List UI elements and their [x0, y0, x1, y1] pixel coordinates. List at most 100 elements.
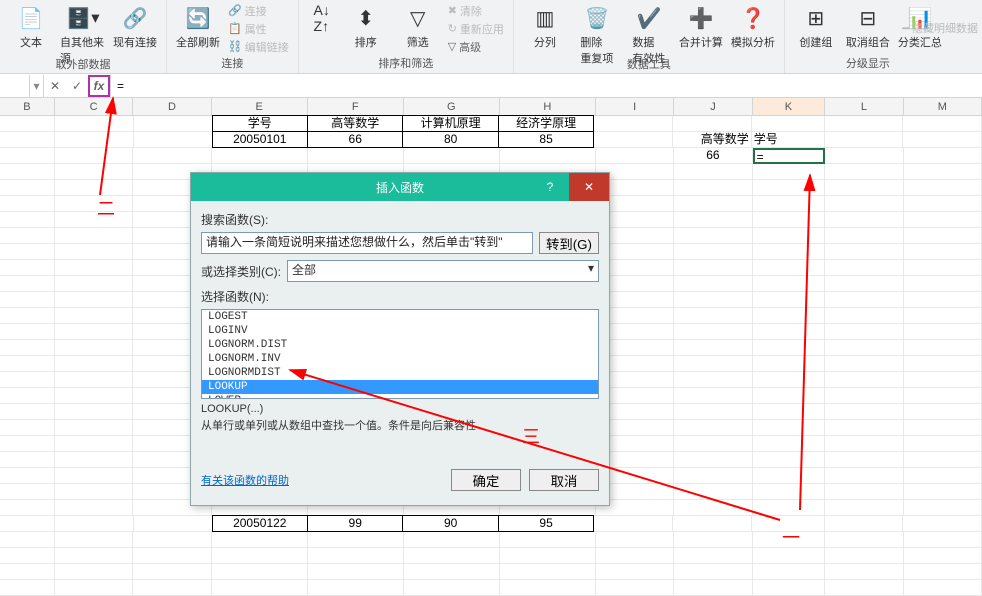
- cell[interactable]: [825, 340, 903, 356]
- cell[interactable]: [0, 308, 55, 324]
- name-box[interactable]: [0, 75, 30, 97]
- cell[interactable]: [212, 580, 308, 596]
- cell[interactable]: [0, 324, 55, 340]
- cell[interactable]: [904, 324, 982, 340]
- cell[interactable]: [0, 356, 55, 372]
- cell[interactable]: [825, 548, 903, 564]
- cell[interactable]: [0, 564, 55, 580]
- cell[interactable]: [55, 308, 133, 324]
- cell[interactable]: 经济学原理: [498, 115, 594, 132]
- cell[interactable]: [0, 500, 55, 516]
- cell[interactable]: 高等数学: [673, 132, 752, 148]
- cell[interactable]: 66: [307, 131, 403, 148]
- cell[interactable]: [904, 500, 982, 516]
- column-header-K[interactable]: K: [753, 98, 826, 115]
- cell[interactable]: 95: [498, 515, 594, 532]
- cell[interactable]: [752, 516, 825, 532]
- cell[interactable]: [753, 548, 826, 564]
- cell[interactable]: [55, 164, 133, 180]
- cell[interactable]: [55, 292, 133, 308]
- cell[interactable]: [904, 340, 982, 356]
- function-list-item[interactable]: LOGEST: [202, 310, 598, 324]
- cell[interactable]: [55, 212, 133, 228]
- cell[interactable]: 99: [307, 515, 403, 532]
- cell[interactable]: [674, 292, 752, 308]
- cell[interactable]: [674, 500, 752, 516]
- cell[interactable]: [825, 244, 903, 260]
- cell[interactable]: [0, 452, 55, 468]
- cell[interactable]: [674, 388, 752, 404]
- active-cell[interactable]: =: [753, 148, 826, 164]
- cell[interactable]: [55, 404, 133, 420]
- cell[interactable]: [753, 292, 826, 308]
- cell[interactable]: [904, 356, 982, 372]
- cell[interactable]: [674, 356, 752, 372]
- cell[interactable]: [308, 564, 404, 580]
- cell[interactable]: [904, 372, 982, 388]
- cell[interactable]: [825, 132, 904, 148]
- refresh-all-button[interactable]: 🔄 全部刷新: [173, 0, 223, 52]
- cell[interactable]: [308, 148, 404, 164]
- cell[interactable]: [674, 260, 752, 276]
- cell[interactable]: [308, 532, 404, 548]
- cell[interactable]: [904, 276, 982, 292]
- column-header-H[interactable]: H: [500, 98, 596, 115]
- cell[interactable]: [904, 548, 982, 564]
- cell[interactable]: [904, 308, 982, 324]
- cell[interactable]: [308, 548, 404, 564]
- cell[interactable]: [825, 532, 903, 548]
- cell[interactable]: [825, 468, 903, 484]
- cell[interactable]: [212, 148, 308, 164]
- sort-asc-button[interactable]: A↓Z↑: [305, 0, 339, 36]
- cell[interactable]: [753, 276, 826, 292]
- dialog-titlebar[interactable]: 插入函数 ? ✕: [191, 173, 609, 201]
- cell[interactable]: [55, 132, 134, 148]
- cell[interactable]: [404, 148, 500, 164]
- cell[interactable]: [0, 260, 55, 276]
- cell[interactable]: [825, 308, 903, 324]
- advanced-filter-button[interactable]: ▽高级: [445, 38, 507, 55]
- cell[interactable]: [752, 116, 825, 132]
- cell[interactable]: [904, 292, 982, 308]
- cell[interactable]: [55, 548, 133, 564]
- cell[interactable]: [825, 292, 903, 308]
- cell[interactable]: [904, 196, 982, 212]
- cell[interactable]: [0, 420, 55, 436]
- cell[interactable]: [674, 308, 752, 324]
- function-list-item[interactable]: LOGNORM.INV: [202, 352, 598, 366]
- cell[interactable]: [596, 548, 674, 564]
- function-help-link[interactable]: 有关该函数的帮助: [201, 472, 289, 488]
- dialog-close-button[interactable]: ✕: [569, 173, 609, 201]
- cell[interactable]: [673, 516, 752, 532]
- cell[interactable]: [674, 404, 752, 420]
- cell[interactable]: [0, 372, 55, 388]
- text-to-columns-button[interactable]: ▥分列: [520, 0, 570, 52]
- cell[interactable]: [133, 580, 211, 596]
- cell[interactable]: [0, 532, 55, 548]
- cell[interactable]: [0, 292, 55, 308]
- cell[interactable]: [825, 276, 903, 292]
- cell[interactable]: [55, 500, 133, 516]
- cell[interactable]: [55, 484, 133, 500]
- cell[interactable]: [55, 340, 133, 356]
- cell[interactable]: [55, 260, 133, 276]
- cell[interactable]: [55, 468, 133, 484]
- cell[interactable]: [404, 580, 500, 596]
- cell[interactable]: [753, 196, 826, 212]
- cell[interactable]: [825, 212, 903, 228]
- search-function-input[interactable]: 请输入一条简短说明来描述您想做什么，然后单击"转到": [201, 232, 533, 254]
- cell[interactable]: [0, 148, 55, 164]
- column-header-M[interactable]: M: [904, 98, 982, 115]
- cell[interactable]: [753, 244, 826, 260]
- cell[interactable]: 85: [498, 131, 594, 148]
- cell[interactable]: [212, 564, 308, 580]
- cell[interactable]: [404, 532, 500, 548]
- cell[interactable]: [753, 532, 826, 548]
- cell[interactable]: [903, 132, 982, 148]
- cell[interactable]: [134, 516, 213, 532]
- cell[interactable]: [0, 436, 55, 452]
- column-header-G[interactable]: G: [404, 98, 500, 115]
- cell[interactable]: [904, 180, 982, 196]
- cell[interactable]: [500, 532, 596, 548]
- cell[interactable]: [0, 580, 55, 596]
